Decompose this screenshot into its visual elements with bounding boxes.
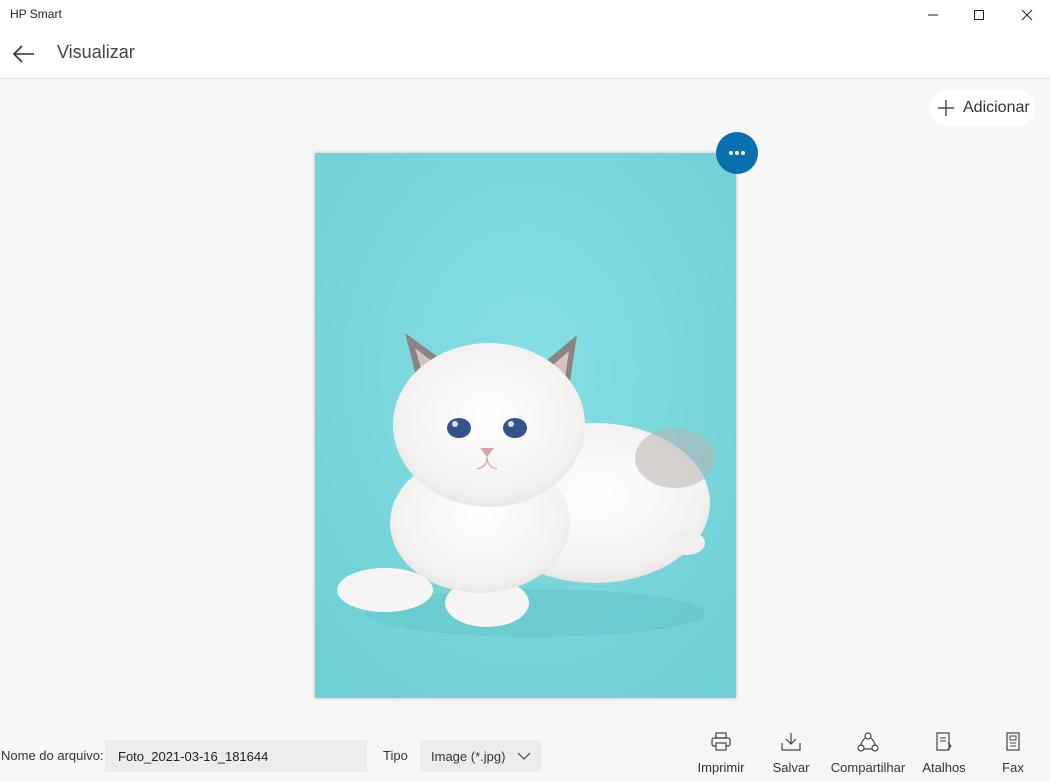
shortcuts-button[interactable]: Atalhos xyxy=(916,732,972,782)
download-icon xyxy=(781,733,801,751)
minimize-button[interactable] xyxy=(910,0,956,30)
save-label: Salvar xyxy=(772,760,810,775)
save-button[interactable]: Salvar xyxy=(768,732,814,782)
chevron-down-icon xyxy=(517,752,531,760)
title-bar: HP Smart xyxy=(0,0,1050,30)
scan-preview-image[interactable] xyxy=(315,153,736,698)
print-label: Imprimir xyxy=(697,760,745,775)
more-options-button[interactable] xyxy=(716,132,758,174)
app-title: HP Smart xyxy=(10,7,62,21)
page-title: Visualizar xyxy=(57,42,135,62)
share-icon xyxy=(857,732,879,752)
plus-icon xyxy=(938,100,954,116)
page-header: Visualizar xyxy=(0,30,1050,79)
ellipsis-icon xyxy=(729,151,745,155)
share-button[interactable]: Compartilhar xyxy=(826,732,910,782)
share-label: Compartilhar xyxy=(830,760,906,775)
fax-icon xyxy=(1006,732,1020,751)
kitten-photo xyxy=(315,153,736,698)
shortcut-icon xyxy=(936,732,952,751)
minimize-icon xyxy=(928,14,938,16)
shortcuts-label: Atalhos xyxy=(922,760,966,775)
printer-icon xyxy=(711,732,731,751)
close-icon xyxy=(1021,9,1033,21)
type-select[interactable]: Image (*.jpg) xyxy=(420,740,541,772)
add-button[interactable]: Adicionar xyxy=(929,90,1035,126)
filename-field[interactable] xyxy=(105,740,367,772)
print-button[interactable]: Imprimir xyxy=(692,732,750,782)
type-select-value: Image (*.jpg) xyxy=(431,748,506,764)
fax-label: Fax xyxy=(1002,760,1024,775)
type-label: Tipo xyxy=(383,748,408,763)
maximize-icon xyxy=(974,10,984,20)
close-button[interactable] xyxy=(1004,0,1050,30)
filename-label: Nome do arquivo: xyxy=(1,748,104,763)
maximize-button[interactable] xyxy=(956,0,1002,30)
arrow-left-icon xyxy=(12,45,34,63)
add-button-label: Adicionar xyxy=(963,99,1030,116)
back-button[interactable] xyxy=(10,42,38,66)
fax-button[interactable]: Fax xyxy=(996,732,1030,782)
bottom-bar: Nome do arquivo: Tipo Image (*.jpg) Impr… xyxy=(0,726,1050,781)
